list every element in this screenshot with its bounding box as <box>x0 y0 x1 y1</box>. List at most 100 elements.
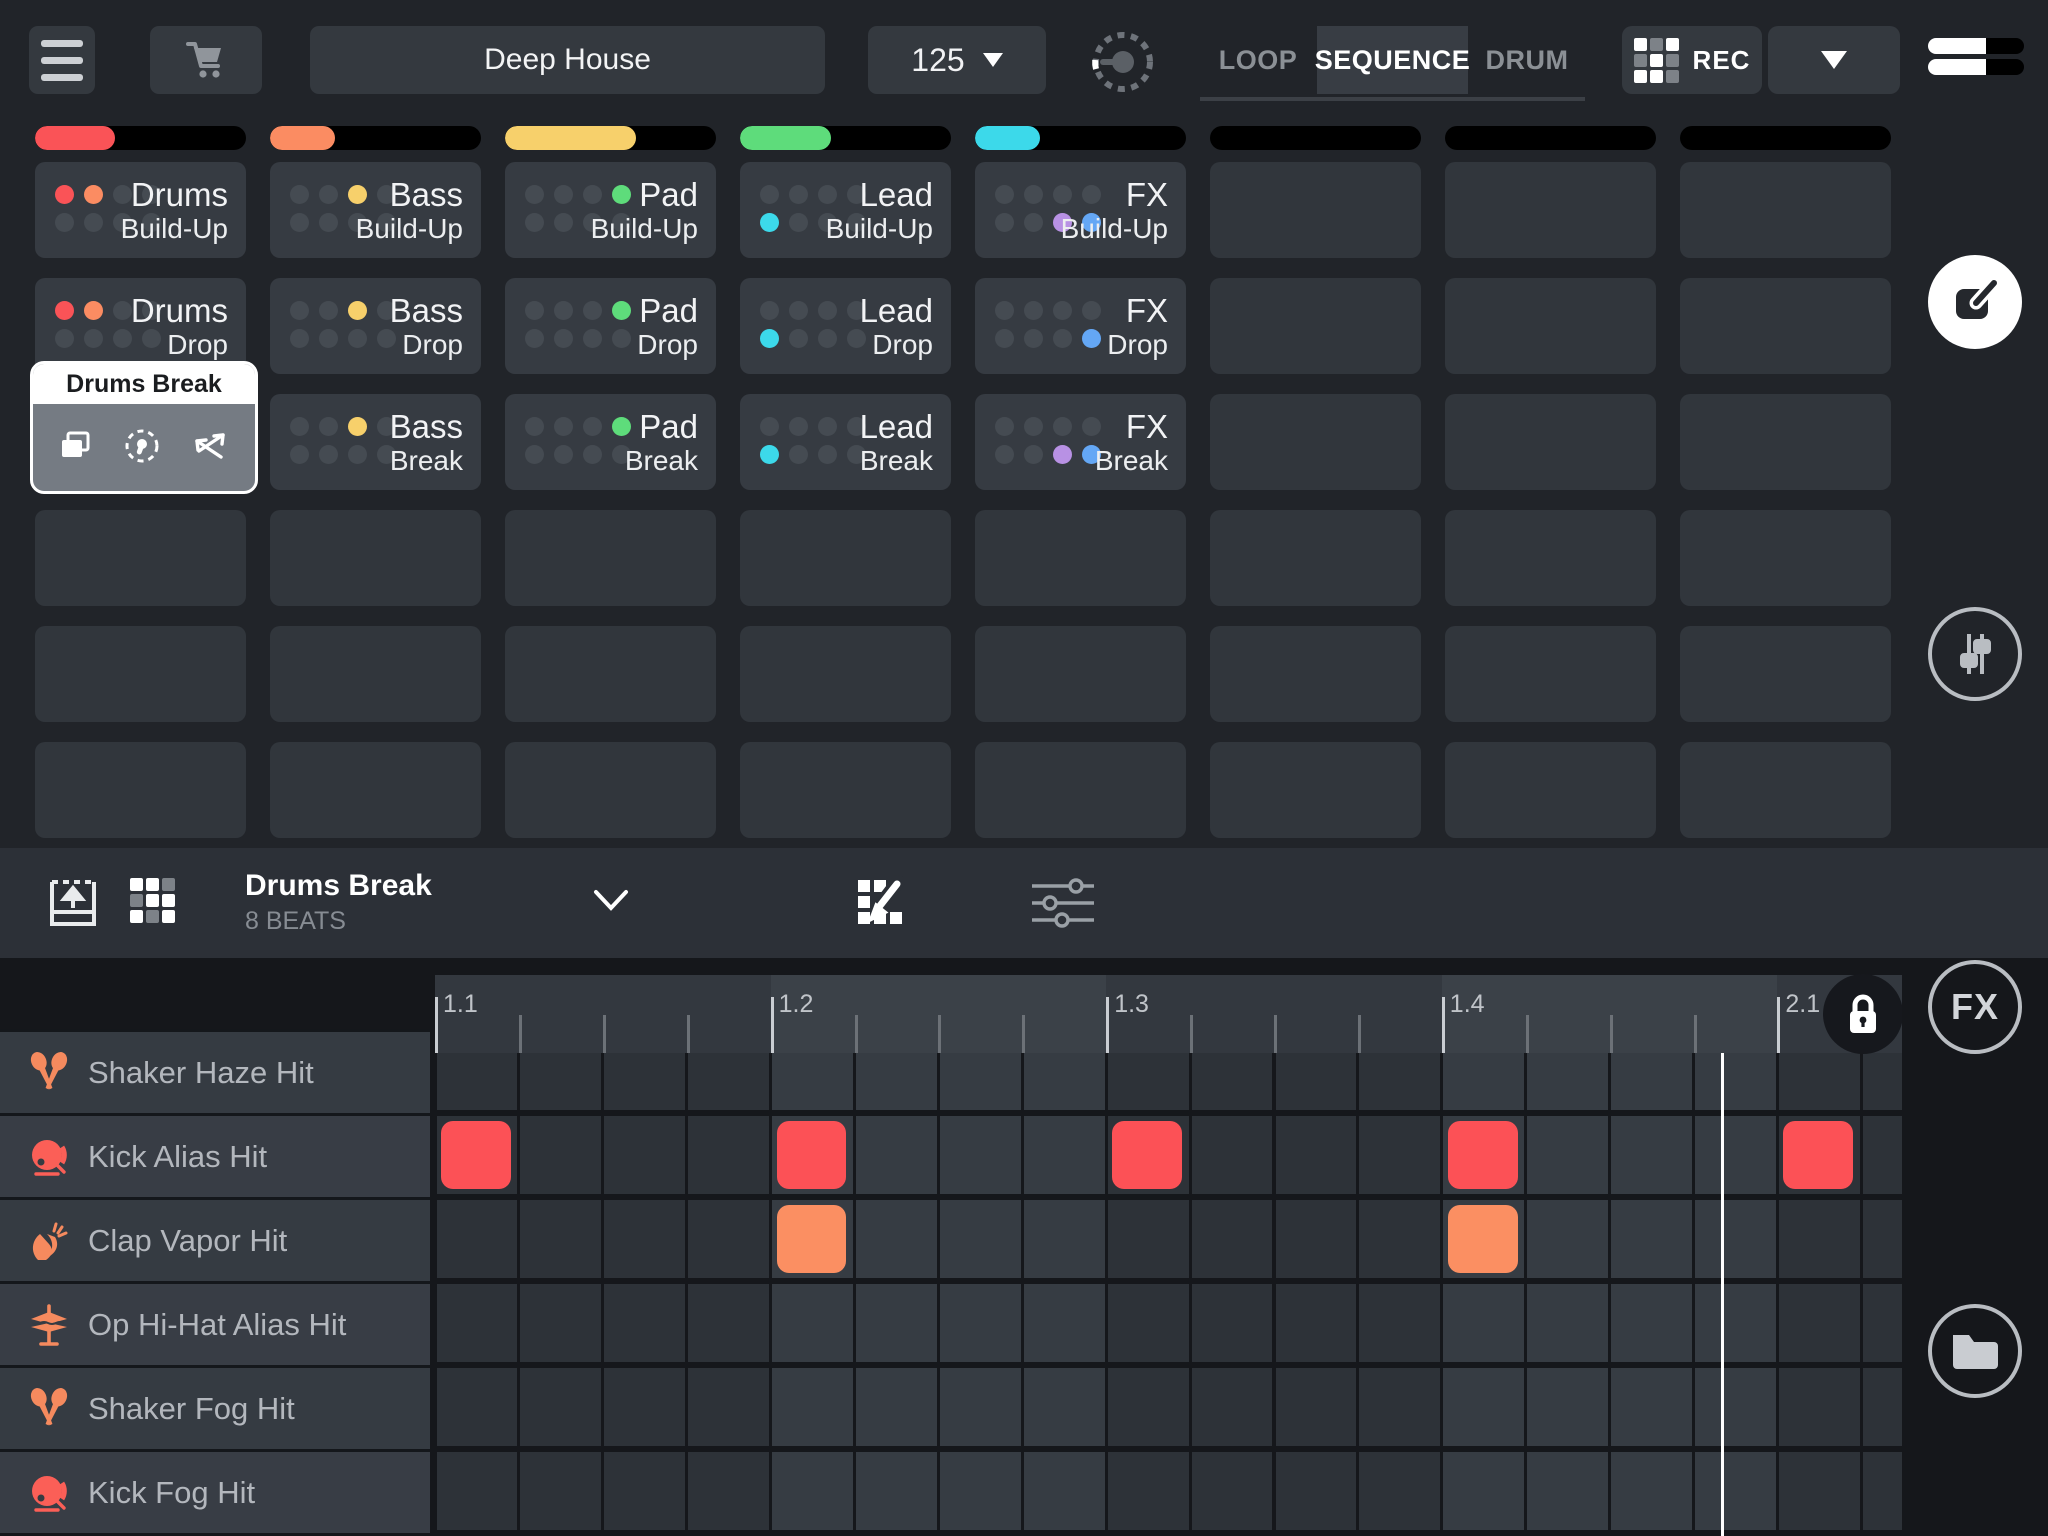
step-cell[interactable] <box>1779 1284 1860 1362</box>
step-cell[interactable] <box>1359 1200 1440 1278</box>
step-cell[interactable] <box>1024 1284 1105 1362</box>
step-cell[interactable] <box>1192 1284 1273 1362</box>
export-icon[interactable] <box>44 874 102 932</box>
step-cell[interactable] <box>1443 1452 1524 1530</box>
step-cell[interactable] <box>856 1200 937 1278</box>
step-cell[interactable] <box>520 1284 601 1362</box>
step-cell[interactable] <box>1359 1452 1440 1530</box>
pad-bass-drop[interactable]: BassDrop <box>270 278 481 374</box>
pad-empty[interactable] <box>1445 162 1656 258</box>
active-step[interactable] <box>1448 1205 1518 1273</box>
step-cell[interactable] <box>1695 1116 1776 1194</box>
step-cell[interactable] <box>1863 1368 1902 1446</box>
pad-empty[interactable] <box>1680 162 1891 258</box>
step-cell[interactable] <box>1276 1284 1357 1362</box>
active-step[interactable] <box>777 1205 847 1273</box>
step-cell[interactable] <box>1779 1452 1860 1530</box>
step-cell[interactable] <box>1359 1368 1440 1446</box>
step-cell[interactable] <box>1695 1368 1776 1446</box>
step-cell[interactable] <box>1024 1200 1105 1278</box>
pads-grid-icon[interactable] <box>130 878 175 923</box>
step-cell[interactable] <box>1863 1452 1902 1530</box>
step-cell[interactable] <box>688 1452 769 1530</box>
step-cell[interactable] <box>1276 1200 1357 1278</box>
step-cell[interactable] <box>1611 1368 1692 1446</box>
pad-empty[interactable] <box>740 510 951 606</box>
step-cell[interactable] <box>772 1452 853 1530</box>
step-cell[interactable] <box>1276 1368 1357 1446</box>
timeline-ruler[interactable]: 1.11.21.31.42.1 <box>430 975 1902 1053</box>
active-step[interactable] <box>1448 1121 1518 1189</box>
pad-empty[interactable] <box>1680 278 1891 374</box>
pad-empty[interactable] <box>270 510 481 606</box>
swap-icon[interactable] <box>189 427 231 465</box>
step-cell[interactable] <box>688 1116 769 1194</box>
step-cell[interactable] <box>688 1368 769 1446</box>
fx-button[interactable]: FX <box>1928 960 2022 1054</box>
step-cell[interactable] <box>856 1452 937 1530</box>
step-cell[interactable] <box>520 1368 601 1446</box>
pad-empty[interactable] <box>1680 742 1891 838</box>
tab-loop[interactable]: LOOP <box>1203 26 1313 94</box>
bpm-selector[interactable]: 125 <box>868 26 1046 94</box>
step-cell[interactable] <box>1443 1284 1524 1362</box>
step-cell[interactable] <box>1359 1116 1440 1194</box>
step-edit-icon[interactable] <box>852 874 910 932</box>
pad-drums-build-up[interactable]: DrumsBuild-Up <box>35 162 246 258</box>
pad-empty[interactable] <box>1445 742 1656 838</box>
step-cell[interactable] <box>437 1368 518 1446</box>
step-cell[interactable] <box>1611 1452 1692 1530</box>
step-cell[interactable] <box>1359 1284 1440 1362</box>
step-cell[interactable] <box>604 1116 685 1194</box>
step-cell[interactable] <box>1863 1284 1902 1362</box>
step-cell[interactable] <box>1863 1116 1902 1194</box>
step-cell[interactable] <box>1527 1200 1608 1278</box>
step-cell[interactable] <box>520 1116 601 1194</box>
step-cell[interactable] <box>604 1284 685 1362</box>
step-cell[interactable] <box>604 1200 685 1278</box>
step-cell[interactable] <box>1611 1116 1692 1194</box>
step-cell[interactable] <box>688 1284 769 1362</box>
pad-empty[interactable] <box>270 742 481 838</box>
pad-empty[interactable] <box>740 742 951 838</box>
pad-empty[interactable] <box>1210 162 1421 258</box>
step-cell[interactable] <box>1779 1368 1860 1446</box>
mixer-toggle[interactable] <box>1928 33 2024 80</box>
step-cell[interactable] <box>1611 1200 1692 1278</box>
pad-empty[interactable] <box>1210 742 1421 838</box>
step-cell[interactable] <box>437 1284 518 1362</box>
pad-empty[interactable] <box>1445 394 1656 490</box>
step-cell[interactable] <box>1527 1368 1608 1446</box>
pad-empty[interactable] <box>1445 278 1656 374</box>
step-cell[interactable] <box>1527 1284 1608 1362</box>
pad-bass-build-up[interactable]: BassBuild-Up <box>270 162 481 258</box>
step-cell[interactable] <box>1276 1116 1357 1194</box>
tempo-dial[interactable] <box>1087 26 1159 98</box>
pad-empty[interactable] <box>1210 510 1421 606</box>
pad-empty[interactable] <box>35 742 246 838</box>
pad-empty[interactable] <box>1445 510 1656 606</box>
step-cell[interactable] <box>856 1116 937 1194</box>
track-row-kick-fog-hit[interactable]: Kick Fog Hit <box>0 1449 430 1533</box>
step-cell[interactable] <box>1527 1116 1608 1194</box>
chevron-down-icon[interactable] <box>592 888 630 914</box>
active-step[interactable] <box>777 1121 847 1189</box>
pad-pad-break[interactable]: PadBreak <box>505 394 716 490</box>
pad-empty[interactable] <box>35 510 246 606</box>
pad-empty[interactable] <box>975 742 1186 838</box>
track-row-op-hi-hat-alias-hit[interactable]: Op Hi-Hat Alias Hit <box>0 1281 430 1365</box>
browser-button[interactable] <box>1928 1304 2022 1398</box>
step-cell[interactable] <box>1024 1368 1105 1446</box>
project-title[interactable]: Deep House <box>310 26 825 94</box>
step-cell[interactable] <box>1695 1200 1776 1278</box>
pad-empty[interactable] <box>505 510 716 606</box>
step-cell[interactable] <box>1108 1200 1189 1278</box>
rec-options-dropdown[interactable] <box>1768 26 1900 94</box>
step-cell[interactable] <box>1695 1284 1776 1362</box>
step-cell[interactable] <box>1192 1200 1273 1278</box>
pad-empty[interactable] <box>1210 278 1421 374</box>
pad-fx-build-up[interactable]: FXBuild-Up <box>975 162 1186 258</box>
pad-empty[interactable] <box>1680 510 1891 606</box>
pad-lead-drop[interactable]: LeadDrop <box>740 278 951 374</box>
step-cell[interactable] <box>1108 1368 1189 1446</box>
